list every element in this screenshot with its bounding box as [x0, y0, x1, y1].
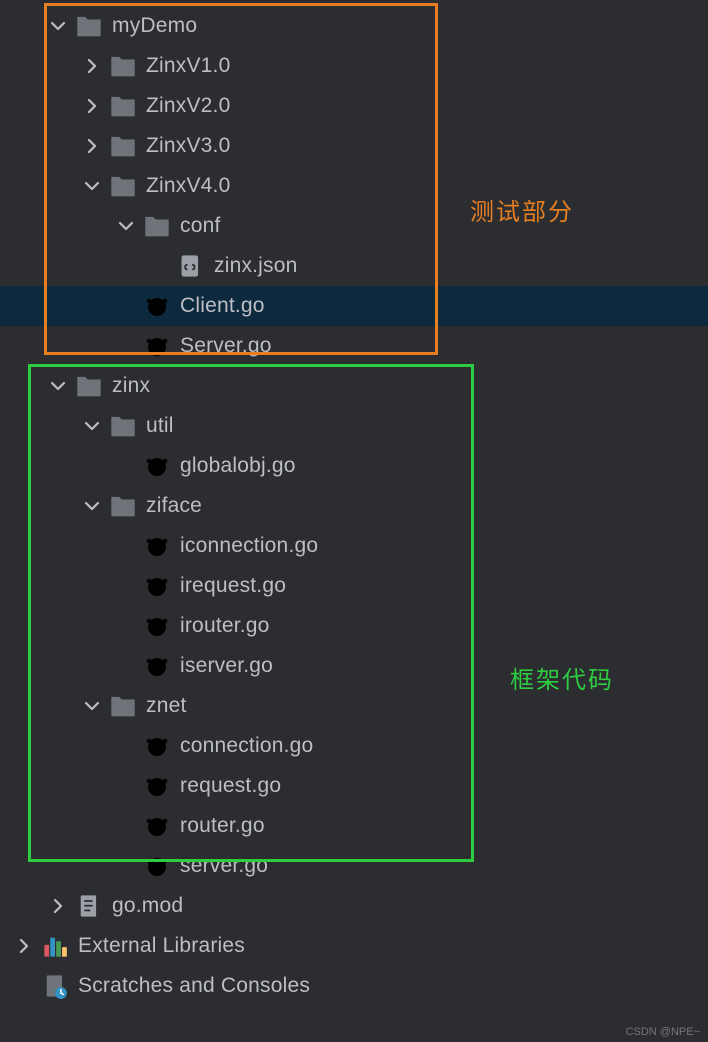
folder-icon — [110, 173, 136, 199]
go-file-icon — [144, 293, 170, 319]
tree-folder-znet[interactable]: znet — [0, 686, 708, 726]
go-file-icon — [144, 773, 170, 799]
chevron-right-icon[interactable] — [12, 934, 36, 958]
tree-label: ziface — [146, 494, 202, 518]
tree-label: myDemo — [112, 14, 197, 38]
chevron-right-icon[interactable] — [80, 134, 104, 158]
folder-icon — [76, 373, 102, 399]
chevron-down-icon[interactable] — [46, 14, 70, 38]
project-tree: myDemo ZinxV1.0 ZinxV2.0 ZinxV3.0 ZinxV4… — [0, 0, 708, 1006]
tree-label: irouter.go — [180, 614, 270, 638]
chevron-down-icon[interactable] — [80, 174, 104, 198]
tree-label: znet — [146, 694, 187, 718]
tree-label: zinx — [112, 374, 150, 398]
chevron-down-icon[interactable] — [80, 494, 104, 518]
chevron-down-icon[interactable] — [80, 414, 104, 438]
chevron-down-icon[interactable] — [114, 214, 138, 238]
tree-scratches-consoles[interactable]: Scratches and Consoles — [0, 966, 708, 1006]
watermark: CSDN @NPE~ — [626, 1026, 700, 1038]
tree-label: ZinxV1.0 — [146, 54, 230, 78]
tree-folder-zinxv3[interactable]: ZinxV3.0 — [0, 126, 708, 166]
tree-folder-ziface[interactable]: ziface — [0, 486, 708, 526]
go-file-icon — [144, 333, 170, 359]
chevron-down-icon[interactable] — [46, 374, 70, 398]
go-file-icon — [144, 733, 170, 759]
chevron-right-icon[interactable] — [80, 54, 104, 78]
tree-label: Scratches and Consoles — [78, 974, 310, 998]
tree-label: ZinxV3.0 — [146, 134, 230, 158]
tree-file-irouter[interactable]: irouter.go — [0, 606, 708, 646]
json-file-icon — [178, 253, 204, 279]
tree-folder-util[interactable]: util — [0, 406, 708, 446]
folder-icon — [110, 413, 136, 439]
tree-file-server-go[interactable]: server.go — [0, 846, 708, 886]
tree-label: External Libraries — [78, 934, 245, 958]
chevron-right-icon[interactable] — [80, 94, 104, 118]
tree-file-server-go-cap[interactable]: Server.go — [0, 326, 708, 366]
tree-file-router[interactable]: router.go — [0, 806, 708, 846]
go-file-icon — [144, 613, 170, 639]
folder-icon — [110, 53, 136, 79]
tree-label: irequest.go — [180, 574, 286, 598]
tree-file-globalobj[interactable]: globalobj.go — [0, 446, 708, 486]
tree-folder-zinx[interactable]: zinx — [0, 366, 708, 406]
tree-label: server.go — [180, 854, 268, 878]
tree-label: globalobj.go — [180, 454, 296, 478]
tree-file-zinx-json[interactable]: zinx.json — [0, 246, 708, 286]
go-file-icon — [144, 853, 170, 879]
go-file-icon — [144, 453, 170, 479]
tree-file-connection[interactable]: connection.go — [0, 726, 708, 766]
tree-label: Server.go — [180, 334, 272, 358]
tree-label: connection.go — [180, 734, 313, 758]
scratches-icon — [42, 973, 68, 999]
file-icon — [76, 893, 102, 919]
tree-file-request[interactable]: request.go — [0, 766, 708, 806]
folder-icon — [110, 93, 136, 119]
tree-label: conf — [180, 214, 221, 238]
tree-file-go-mod[interactable]: go.mod — [0, 886, 708, 926]
tree-label: ZinxV2.0 — [146, 94, 230, 118]
tree-label: go.mod — [112, 894, 183, 918]
folder-icon — [110, 693, 136, 719]
libraries-icon — [42, 933, 68, 959]
tree-label: ZinxV4.0 — [146, 174, 230, 198]
tree-file-client-go[interactable]: Client.go — [0, 286, 708, 326]
tree-label: util — [146, 414, 174, 438]
go-file-icon — [144, 653, 170, 679]
tree-folder-zinxv4[interactable]: ZinxV4.0 — [0, 166, 708, 206]
tree-folder-zinxv2[interactable]: ZinxV2.0 — [0, 86, 708, 126]
tree-label: iconnection.go — [180, 534, 318, 558]
go-file-icon — [144, 573, 170, 599]
tree-label: iserver.go — [180, 654, 273, 678]
tree-label: zinx.json — [214, 254, 298, 278]
chevron-right-icon[interactable] — [46, 894, 70, 918]
tree-folder-mydemo[interactable]: myDemo — [0, 6, 708, 46]
tree-file-iconnection[interactable]: iconnection.go — [0, 526, 708, 566]
tree-file-irequest[interactable]: irequest.go — [0, 566, 708, 606]
tree-folder-zinxv1[interactable]: ZinxV1.0 — [0, 46, 708, 86]
folder-icon — [144, 213, 170, 239]
folder-icon — [110, 133, 136, 159]
chevron-down-icon[interactable] — [80, 694, 104, 718]
go-file-icon — [144, 533, 170, 559]
tree-folder-conf[interactable]: conf — [0, 206, 708, 246]
tree-label: request.go — [180, 774, 281, 798]
tree-label: router.go — [180, 814, 265, 838]
folder-icon — [110, 493, 136, 519]
tree-external-libraries[interactable]: External Libraries — [0, 926, 708, 966]
folder-icon — [76, 13, 102, 39]
tree-label: Client.go — [180, 294, 265, 318]
tree-file-iserver[interactable]: iserver.go — [0, 646, 708, 686]
go-file-icon — [144, 813, 170, 839]
